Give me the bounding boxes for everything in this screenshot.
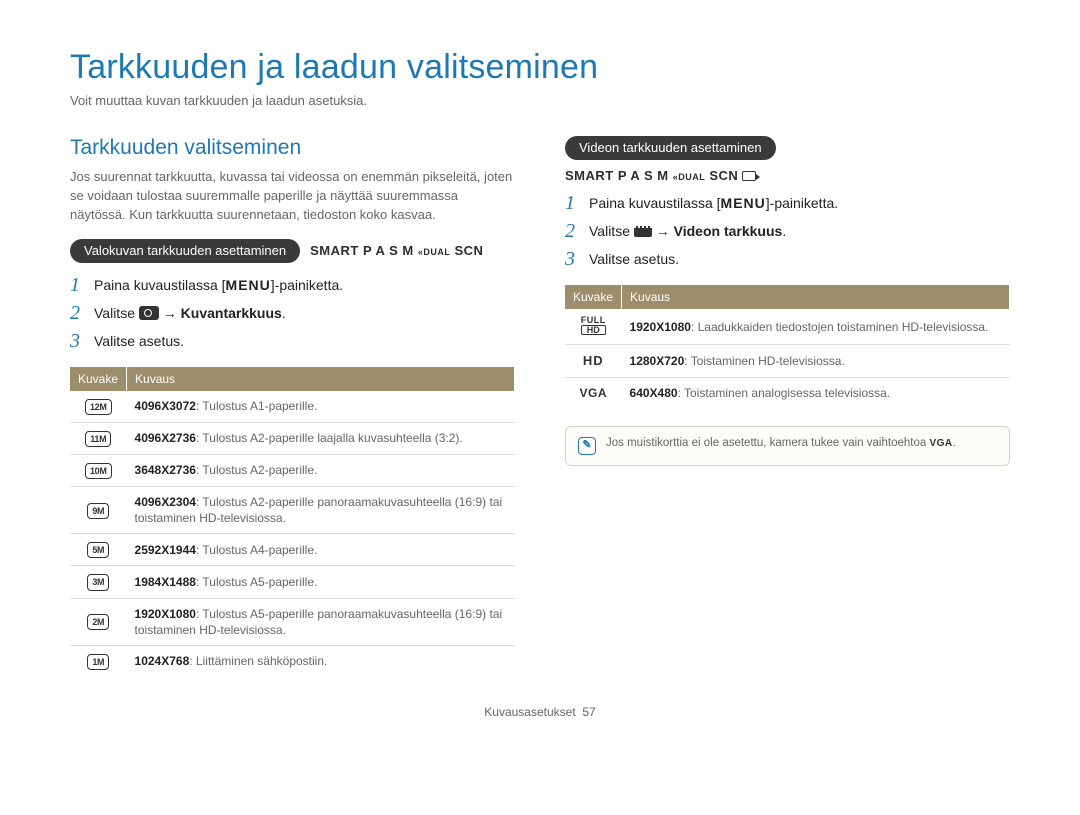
steps-video: 1 Paina kuvaustilassa [MENU]-painiketta.…: [565, 189, 1010, 273]
resolution-icon: 12M: [85, 399, 112, 415]
resolution-value: 3648X2736: [135, 463, 196, 477]
resolution-value: 640X480: [630, 386, 678, 400]
footer-section: Kuvausasetukset: [484, 705, 575, 719]
mode-m: M: [402, 243, 413, 258]
resolution-value: 1920X1080: [135, 607, 196, 621]
step-number: 2: [565, 221, 589, 241]
mode-s: S: [644, 168, 653, 183]
resolution-icon: 1M: [87, 654, 109, 670]
page-footer: Kuvausasetukset 57: [70, 705, 1010, 719]
table-row: 3M 1984X1488: Tulostus A5-paperille.: [70, 566, 515, 598]
step-body: Valitse → Videon tarkkuus.: [589, 221, 786, 239]
camera-icon: [139, 306, 159, 320]
table-row: 11M 4096X2736: Tulostus A2-paperille laa…: [70, 422, 515, 454]
resolution-value: 4096X2736: [135, 431, 196, 445]
resolution-desc: : Liittäminen sähköpostiin.: [189, 654, 327, 668]
photo-resolution-table: Kuvake Kuvaus 12M 4096X3072: Tulostus A1…: [70, 367, 515, 678]
section-paragraph: Jos suurennat tarkkuutta, kuvassa tai vi…: [70, 168, 515, 225]
resolution-icon: 2M: [87, 614, 109, 630]
resolution-desc: : Tulostus A4-paperille.: [196, 543, 317, 557]
table-row: 1M 1024X768: Liittäminen sähköpostiin.: [70, 645, 515, 677]
resolution-desc: : Toistaminen HD-televisiossa.: [684, 354, 845, 368]
resolution-icon: 5M: [87, 542, 109, 558]
resolution-value: 4096X2304: [135, 495, 196, 509]
mode-p: P: [618, 168, 627, 183]
resolution-value: 4096X3072: [135, 399, 196, 413]
mode-list-photo: SMART P A S M «DUAL SCN: [310, 243, 483, 258]
note-icon: ✎: [578, 437, 596, 455]
mode-a: A: [376, 243, 385, 258]
footer-page-number: 57: [582, 705, 595, 719]
step-body: Paina kuvaustilassa [MENU]-painiketta.: [94, 275, 343, 293]
menu-label: MENU: [721, 195, 766, 211]
resolution-value: 1984X1488: [135, 575, 196, 589]
table-row: HD 1280X720: Toistaminen HD-televisiossa…: [565, 345, 1010, 378]
mode-m: M: [657, 168, 668, 183]
video-resolution-table: Kuvake Kuvaus FULLHD 1920X1080: Laadukka…: [565, 285, 1010, 408]
table-row: 5M 2592X1944: Tulostus A4-paperille.: [70, 534, 515, 566]
resolution-icon: 10M: [85, 463, 112, 479]
mode-smart: SMART: [565, 168, 614, 183]
resolution-icon: 3M: [87, 574, 109, 590]
table-header-desc: Kuvaus: [622, 285, 1010, 309]
resolution-value: 2592X1944: [135, 543, 196, 557]
resolution-desc: : Tulostus A2-paperille.: [196, 463, 317, 477]
table-header-icon: Kuvake: [70, 367, 127, 391]
resolution-icon: 11M: [85, 431, 111, 447]
step-body: Valitse → Kuvantarkkuus.: [94, 303, 286, 321]
table-row: 9M 4096X2304: Tulostus A2-paperille pano…: [70, 486, 515, 533]
mode-list-video: SMART P A S M «DUAL SCN: [565, 168, 1010, 183]
step-number: 2: [70, 303, 94, 323]
section-heading-resolution: Tarkkuuden valitseminen: [70, 136, 515, 160]
mode-scn: SCN: [454, 243, 483, 258]
mode-a: A: [630, 168, 639, 183]
mode-s: S: [389, 243, 398, 258]
resolution-desc: : Tulostus A1-paperille.: [196, 399, 317, 413]
full-hd-icon: FULLHD: [581, 316, 606, 335]
subheading-video-resolution: Videon tarkkuuden asettaminen: [565, 136, 776, 160]
step-number: 3: [70, 331, 94, 351]
note-text: Jos muistikorttia ei ole asetettu, kamer…: [606, 437, 956, 449]
table-row: 12M 4096X3072: Tulostus A1-paperille.: [70, 391, 515, 423]
hd-icon: HD: [583, 353, 604, 368]
mode-p: P: [363, 243, 372, 258]
vga-icon: VGA: [580, 386, 608, 400]
resolution-value: 1024X768: [135, 654, 190, 668]
step-body: Valitse asetus.: [589, 249, 679, 267]
page-title: Tarkkuuden ja laadun valitseminen: [70, 48, 1010, 87]
menu-label: MENU: [226, 277, 271, 293]
resolution-icon: 9M: [87, 503, 109, 519]
resolution-desc: : Tulostus A2-paperille laajalla kuvasuh…: [196, 431, 463, 445]
resolution-desc: : Tulostus A5-paperille.: [196, 575, 317, 589]
mode-smart: SMART: [310, 243, 359, 258]
table-row: FULLHD 1920X1080: Laadukkaiden tiedostoj…: [565, 309, 1010, 345]
steps-photo: 1 Paina kuvaustilassa [MENU]-painiketta.…: [70, 271, 515, 355]
table-row: 2M 1920X1080: Tulostus A5-paperille pano…: [70, 598, 515, 645]
table-header-icon: Kuvake: [565, 285, 622, 309]
table-row: 10M 3648X2736: Tulostus A2-paperille.: [70, 454, 515, 486]
page-intro: Voit muuttaa kuvan tarkkuuden ja laadun …: [70, 93, 1010, 108]
table-row: VGA 640X480: Toistaminen analogisessa te…: [565, 377, 1010, 408]
movie-mode-icon: [742, 171, 756, 181]
resolution-desc: : Laadukkaiden tiedostojen toistaminen H…: [691, 320, 989, 334]
resolution-desc: : Toistaminen analogisessa televisiossa.: [678, 386, 891, 400]
resolution-value: 1280X720: [630, 354, 685, 368]
movie-icon: [634, 226, 652, 237]
step-number: 3: [565, 249, 589, 269]
table-header-desc: Kuvaus: [127, 367, 515, 391]
note-box: ✎ Jos muistikorttia ei ole asetettu, kam…: [565, 426, 1010, 466]
resolution-value: 1920X1080: [630, 320, 691, 334]
mode-dual: «DUAL: [673, 172, 706, 182]
step-body: Valitse asetus.: [94, 331, 184, 349]
step-number: 1: [70, 275, 94, 295]
subheading-photo-resolution: Valokuvan tarkkuuden asettaminen: [70, 239, 300, 263]
mode-scn: SCN: [709, 168, 738, 183]
step-number: 1: [565, 193, 589, 213]
step-body: Paina kuvaustilassa [MENU]-painiketta.: [589, 193, 838, 211]
mode-dual: «DUAL: [418, 247, 451, 257]
